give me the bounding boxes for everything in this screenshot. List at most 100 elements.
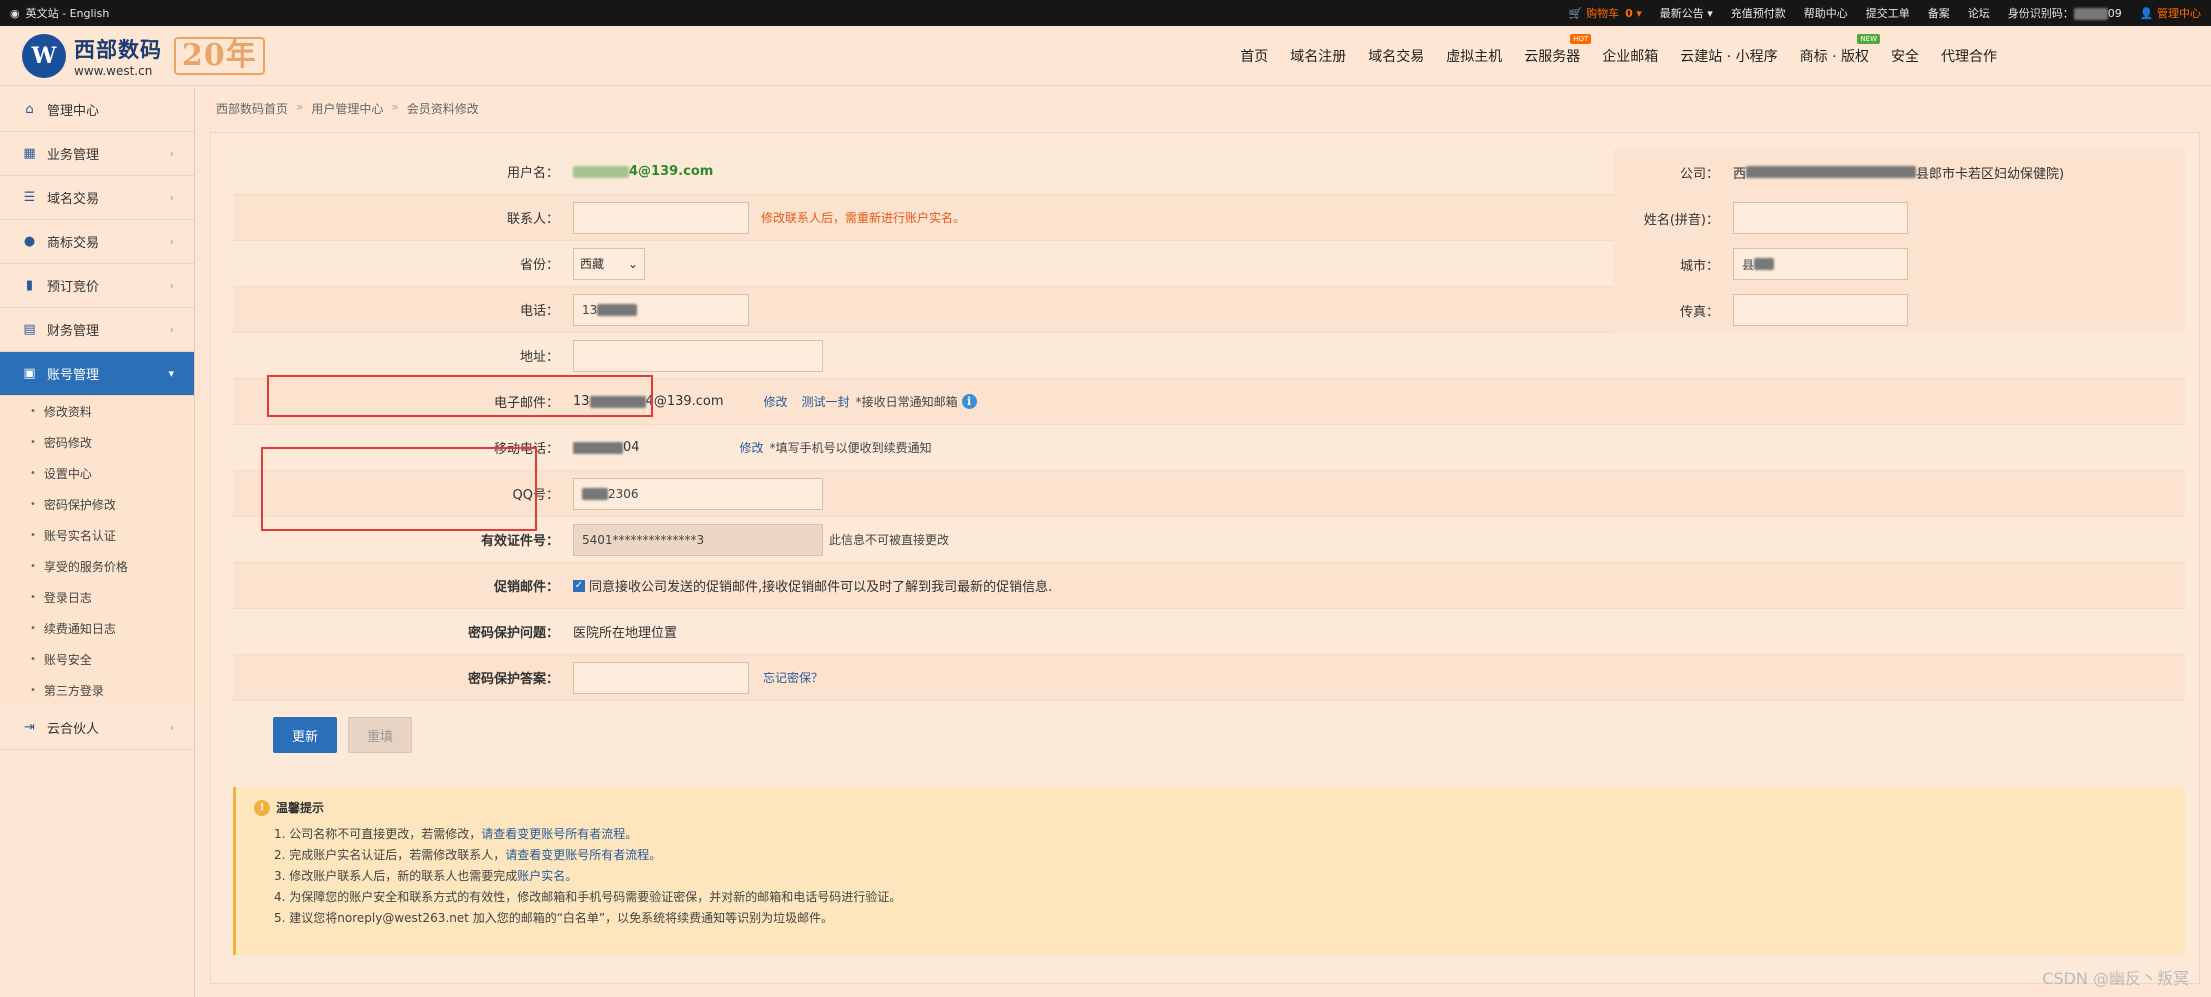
qq-input[interactable]: 2306 — [573, 477, 823, 510]
tip-item: 3. 修改账户联系人后，新的联系人也需要完成账户实名。 — [274, 869, 578, 883]
row-promo: 促销邮件： ✓ 同意接收公司发送的促销邮件,接收促销邮件可以及时了解到我司最新的… — [233, 563, 2185, 609]
nav-security[interactable]: 安全 — [1880, 46, 1930, 66]
mobile-hint: *填写手机号以便收到续费通知 — [769, 441, 932, 455]
info-icon[interactable]: i — [961, 394, 977, 409]
topbar-link-icp[interactable]: 备案 — [1928, 5, 1950, 21]
redacted-block — [573, 441, 623, 454]
sidebar-item-trademark[interactable]: ● 商标交易 › — [0, 220, 194, 264]
chevron-right-icon: › — [169, 279, 174, 292]
province-select[interactable]: 西藏 ⌄ — [573, 247, 645, 280]
contact-input[interactable] — [573, 201, 749, 234]
row-fax: 传真： — [1613, 287, 2185, 333]
row-security-answer: 密码保护答案： 忘记密保？ — [233, 655, 2185, 701]
sidebar-item-account[interactable]: ▣ 账号管理 ▾ — [0, 352, 194, 396]
pinyin-input[interactable] — [1733, 202, 1908, 234]
security-answer-input[interactable] — [573, 661, 749, 694]
sidebar-item-domain-trade[interactable]: ☰ 域名交易 › — [0, 176, 194, 220]
email-modify-link[interactable]: 修改 — [764, 393, 788, 410]
tip-item: 5. 建议您将noreply@west263.net 加入您的邮箱的“白名单”，… — [274, 911, 834, 925]
row-security-question: 密码保护问题： 医院所在地理位置 — [233, 609, 2185, 655]
tip-item: 1. 公司名称不可直接更改，若需修改，请查看变更账号所有者流程。 — [274, 827, 638, 841]
redacted-block — [1746, 166, 1917, 178]
grid-icon: ▦ — [23, 146, 36, 161]
cart-icon: 🛒 — [1568, 7, 1583, 20]
list-icon: ☰ — [23, 190, 36, 205]
sidebar-sub-settings[interactable]: 设置中心 — [0, 458, 194, 489]
topbar-link-forum[interactable]: 论坛 — [1968, 5, 1990, 21]
sidebar-item-bidding[interactable]: ▮ 预订竞价 › — [0, 264, 194, 308]
new-badge: NEW — [1857, 34, 1880, 44]
lang-switch[interactable]: 英文站 - English — [26, 5, 110, 21]
city-input[interactable]: 县 — [1733, 248, 1908, 280]
forgot-security-link[interactable]: 忘记密保？ — [763, 669, 823, 686]
phone-input[interactable]: 13 — [573, 293, 749, 326]
contact-hint: 修改联系人后，需重新进行账户实名。 — [761, 211, 966, 225]
lightbulb-icon: ! — [254, 799, 270, 816]
sidebar: ⌂ 管理中心 ▦ 业务管理 › ☰ 域名交易 › ● 商标交易 › ▮ 预订竞价… — [0, 88, 195, 997]
nav-virtual-host[interactable]: 虚拟主机 — [1435, 46, 1513, 66]
doc-icon: ▤ — [23, 322, 36, 337]
username-value: 4@139.com — [629, 164, 714, 179]
sidebar-sub-renew-log[interactable]: 续费通知日志 — [0, 613, 194, 644]
sidebar-sub-prices[interactable]: 享受的服务价格 — [0, 551, 194, 582]
address-input[interactable] — [573, 339, 823, 372]
promo-checkbox[interactable]: ✓ — [573, 579, 585, 592]
update-button[interactable]: 更新 — [273, 717, 337, 753]
sidebar-sub-security-question[interactable]: 密码保护修改 — [0, 489, 194, 520]
topbar-link-recharge[interactable]: 充值预付款 — [1731, 5, 1786, 21]
reset-button[interactable]: 重填 — [348, 717, 412, 753]
mobile-modify-link[interactable]: 修改 — [740, 439, 764, 456]
sidebar-sub-third-party[interactable]: 第三方登录 — [0, 675, 194, 706]
sidebar-item-manage-center[interactable]: ⌂ 管理中心 — [0, 88, 194, 132]
topbar-link-ticket[interactable]: 提交工单 — [1866, 5, 1910, 21]
nav-agent[interactable]: 代理合作 — [1930, 46, 2008, 66]
email-test-link[interactable]: 测试一封 — [802, 393, 850, 410]
top-bar: ◉ 英文站 - English 🛒 购物车 0 ▾ 最新公告 ▾ 充值预付款 帮助… — [0, 0, 2211, 26]
nav-domain-trade[interactable]: 域名交易 — [1357, 46, 1435, 66]
sidebar-sub-edit-profile[interactable]: 修改资料 — [0, 396, 194, 427]
logo-name: 西部数码 — [74, 37, 162, 62]
sidebar-submenu: 修改资料 密码修改 设置中心 密码保护修改 账号实名认证 享受的服务价格 登录日… — [0, 396, 194, 706]
fax-input[interactable] — [1733, 294, 1908, 326]
sidebar-sub-password[interactable]: 密码修改 — [0, 427, 194, 458]
chevron-right-icon: › — [169, 323, 174, 336]
globe-icon: ◉ — [10, 6, 20, 20]
highlight-box-security — [261, 447, 537, 531]
redacted-block — [582, 487, 608, 500]
site-header: W 西部数码 www.west.cn 20年 首页 域名注册 域名交易 虚拟主机… — [0, 26, 2211, 86]
topbar-link-notice[interactable]: 最新公告 ▾ — [1660, 5, 1713, 21]
breadcrumb-user-center[interactable]: 用户管理中心 — [311, 100, 383, 117]
sidebar-item-business[interactable]: ▦ 业务管理 › — [0, 132, 194, 176]
nav-mail[interactable]: 企业邮箱 — [1591, 46, 1669, 66]
nav-trademark[interactable]: 商标 · 版权 NEW — [1789, 34, 1880, 66]
topbar-link-help[interactable]: 帮助中心 — [1804, 5, 1848, 21]
chevron-right-icon: › — [169, 147, 174, 160]
tip-link[interactable]: 请查看变更账号所有者流程。 — [481, 827, 637, 841]
main-nav: 首页 域名注册 域名交易 虚拟主机 云服务器 HOT 企业邮箱 云建站 · 小程序… — [1229, 26, 2008, 86]
breadcrumb-home[interactable]: 西部数码首页 — [216, 100, 288, 117]
redacted-block — [1754, 258, 1775, 270]
nav-site-builder[interactable]: 云建站 · 小程序 — [1669, 46, 1788, 66]
email-hint: *接收日常通知邮箱 — [855, 395, 958, 409]
sidebar-sub-realname[interactable]: 账号实名认证 — [0, 520, 194, 551]
tip-link[interactable]: 账户实名。 — [517, 869, 577, 883]
sidebar-sub-account-security[interactable]: 账号安全 — [0, 644, 194, 675]
manage-center-link[interactable]: 👤 管理中心 — [2140, 5, 2201, 21]
row-address: 地址： — [233, 333, 2185, 379]
watermark: CSDN @幽反丶叛冥 — [2042, 969, 2189, 988]
id-number-input: 5401**************3 — [573, 523, 823, 556]
logo[interactable]: W 西部数码 www.west.cn 20年 — [22, 33, 265, 78]
cart-link[interactable]: 🛒 购物车 0 ▾ — [1569, 5, 1642, 21]
nav-cloud-server[interactable]: 云服务器 HOT — [1513, 34, 1592, 66]
home-icon: ⌂ — [25, 102, 34, 117]
hot-badge: HOT — [1570, 34, 1592, 44]
logo-url: www.west.cn — [74, 63, 153, 78]
redacted-block — [597, 303, 638, 316]
tips-box: ! 温馨提示 1. 公司名称不可直接更改，若需修改，请查看变更账号所有者流程。 … — [233, 787, 2185, 955]
nav-domain-register[interactable]: 域名注册 — [1279, 46, 1357, 66]
sidebar-item-partner[interactable]: ⇥ 云合伙人 › — [0, 706, 194, 750]
nav-home[interactable]: 首页 — [1229, 46, 1279, 66]
tip-link[interactable]: 请查看变更账号所有者流程。 — [505, 848, 661, 862]
sidebar-sub-login-log[interactable]: 登录日志 — [0, 582, 194, 613]
sidebar-item-finance[interactable]: ▤ 财务管理 › — [0, 308, 194, 352]
